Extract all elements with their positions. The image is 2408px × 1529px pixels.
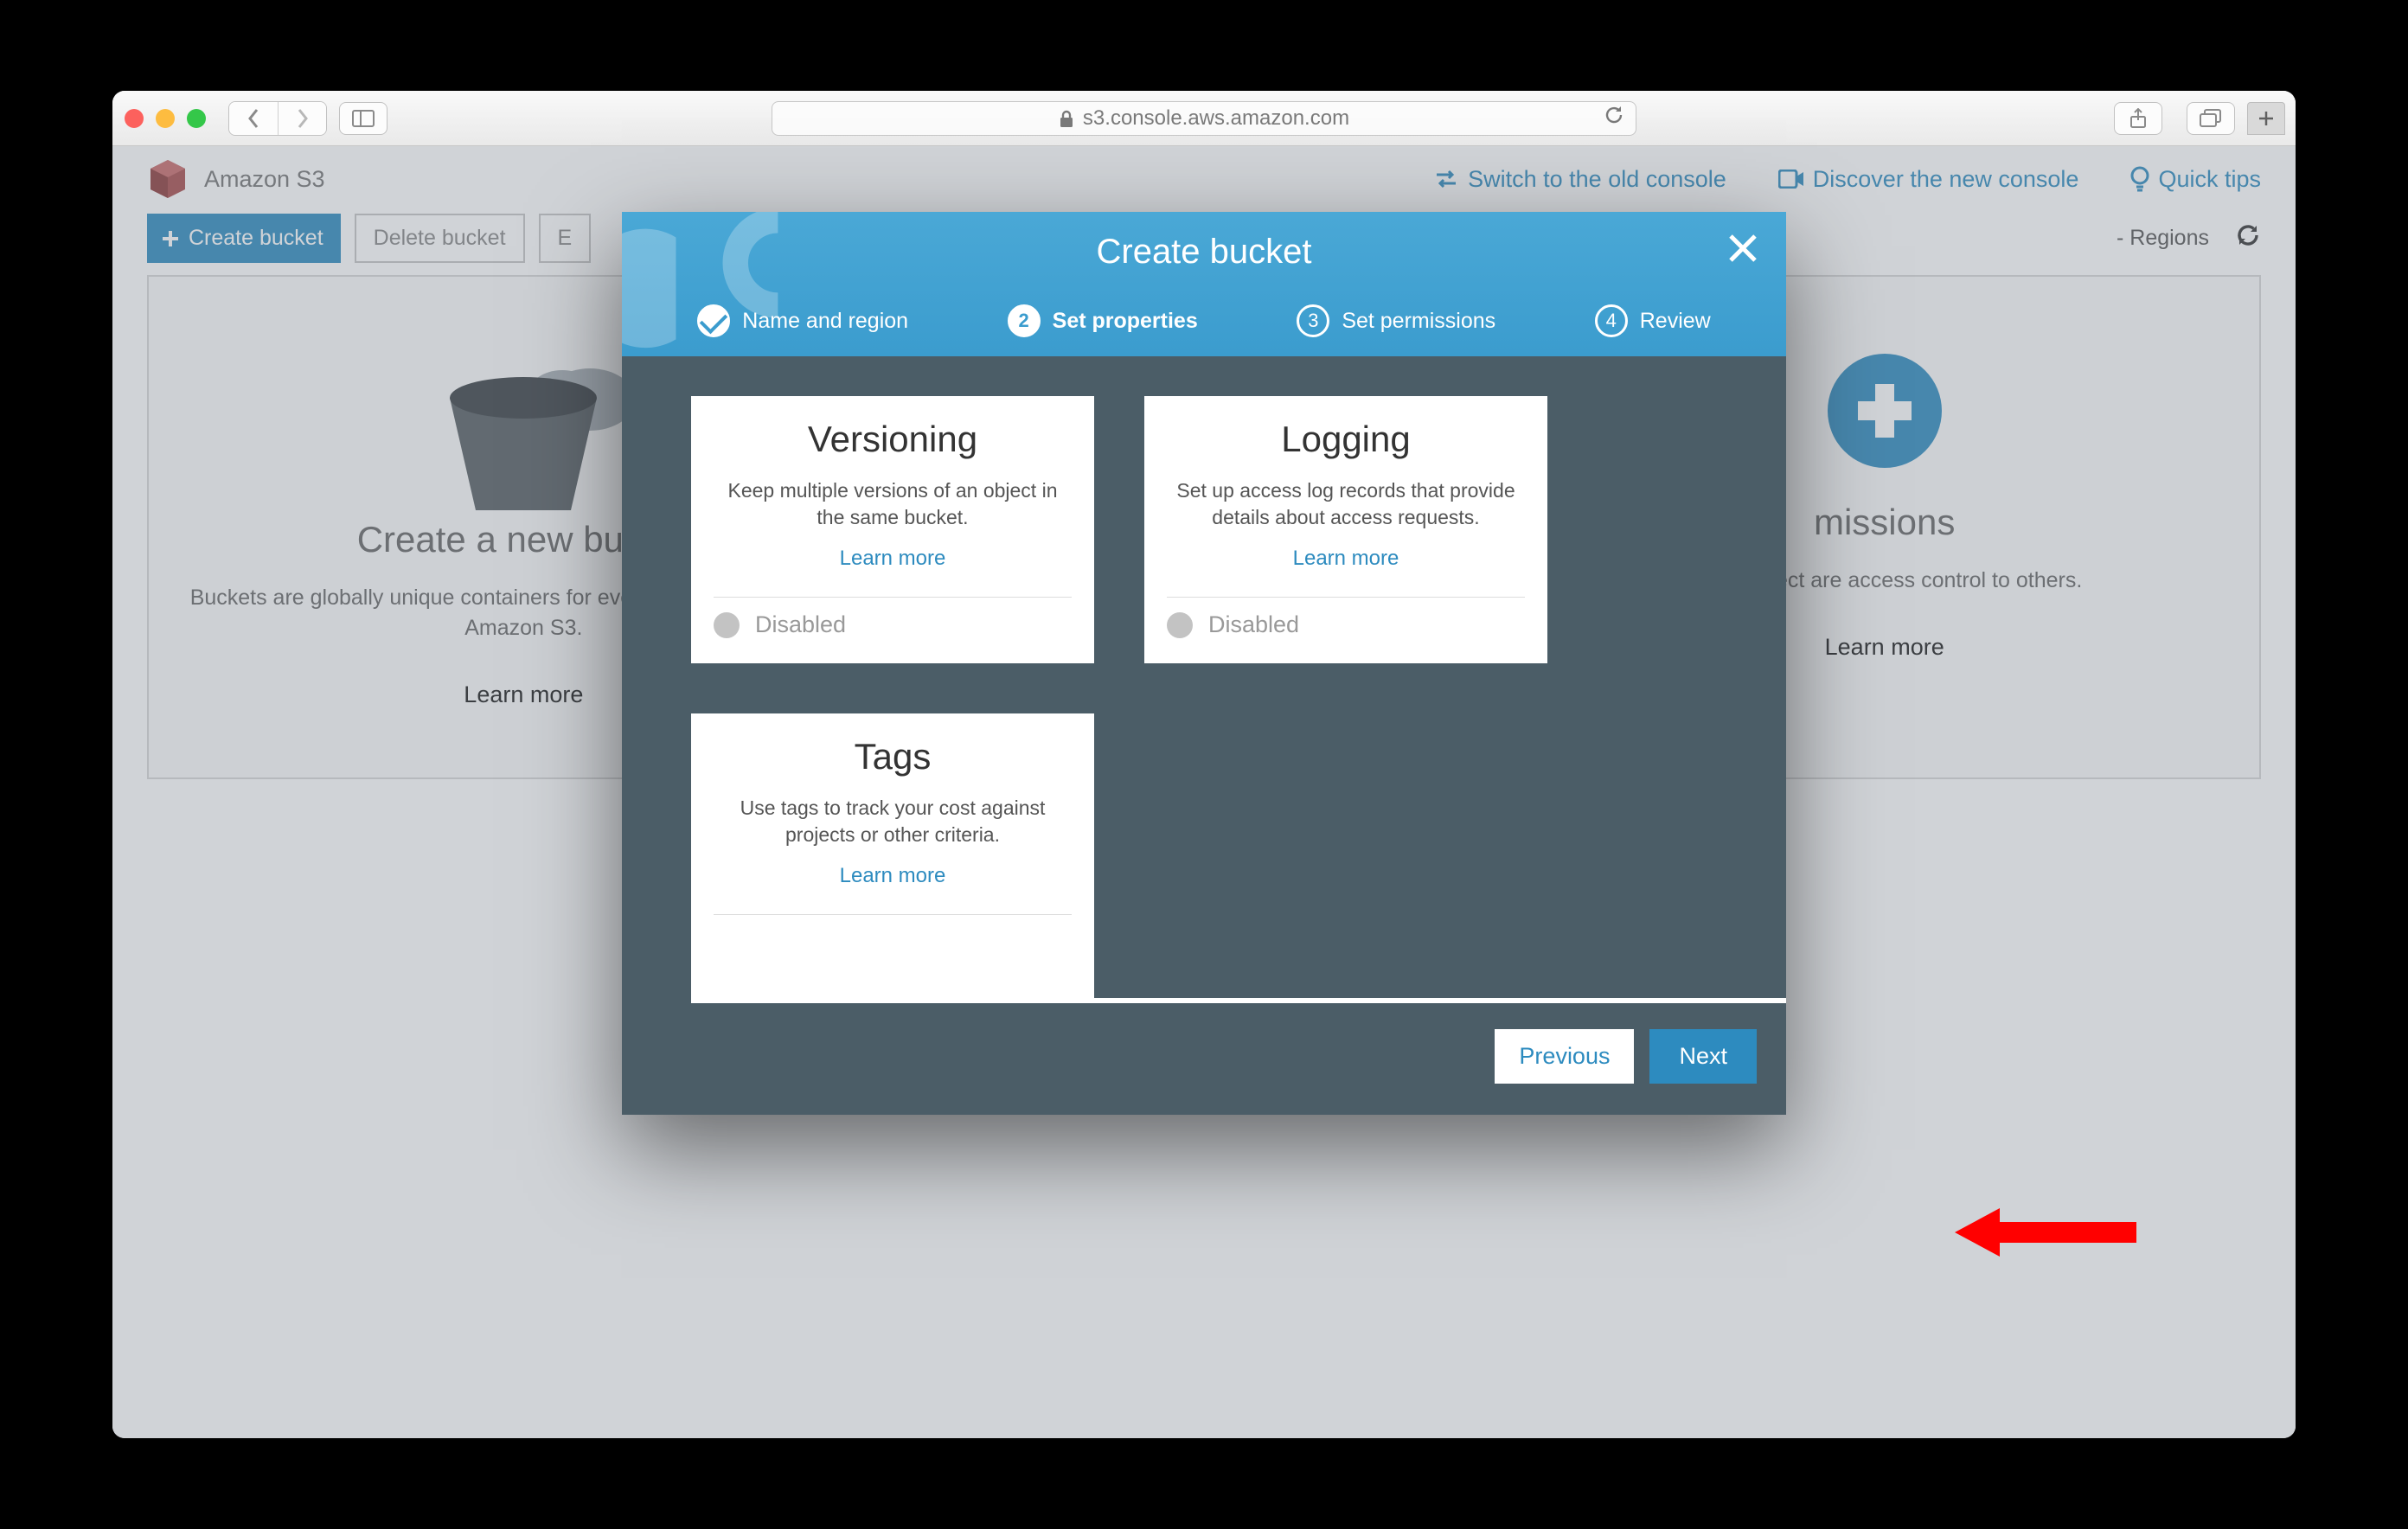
versioning-card[interactable]: Versioning Keep multiple versions of an … <box>691 396 1094 663</box>
card-title: Logging <box>1167 419 1525 460</box>
status-dot-icon <box>714 612 740 638</box>
create-bucket-modal: Create bucket Name and region 2 Set prop… <box>622 212 1786 1115</box>
close-icon <box>1726 231 1760 265</box>
check-icon <box>697 304 730 337</box>
modal-overlay[interactable]: Create bucket Name and region 2 Set prop… <box>112 91 2296 1438</box>
step-review[interactable]: 4 Review <box>1595 304 1711 337</box>
card-learn-more-link[interactable]: Learn more <box>714 864 1072 888</box>
step-set-permissions[interactable]: 3 Set permissions <box>1297 304 1495 337</box>
step-set-properties[interactable]: 2 Set properties <box>1008 304 1198 337</box>
card-title: Versioning <box>714 419 1072 460</box>
card-title: Tags <box>714 736 1072 777</box>
wizard-steps: Name and region 2 Set properties 3 Set p… <box>622 292 1786 356</box>
modal-body: Versioning Keep multiple versions of an … <box>622 356 1786 1003</box>
card-status: Disabled <box>1167 611 1525 638</box>
modal-header: Create bucket Name and region 2 Set prop… <box>622 212 1786 356</box>
card-learn-more-link[interactable]: Learn more <box>714 547 1072 571</box>
card-desc: Set up access log records that provide d… <box>1167 477 1525 531</box>
step-name-region[interactable]: Name and region <box>697 304 908 337</box>
card-desc: Use tags to track your cost against proj… <box>714 795 1072 848</box>
card-desc: Keep multiple versions of an object in t… <box>714 477 1072 531</box>
status-dot-icon <box>1167 612 1193 638</box>
modal-title: Create bucket <box>622 233 1786 292</box>
card-status: Disabled <box>714 611 1072 638</box>
tags-card[interactable]: Tags Use tags to track your cost against… <box>691 713 1094 999</box>
browser-window: s3.console.aws.amazon.com Amazon S <box>112 91 2296 1438</box>
card-learn-more-link[interactable]: Learn more <box>1167 547 1525 571</box>
modal-close-button[interactable] <box>1726 231 1760 270</box>
next-button[interactable]: Next <box>1649 1029 1757 1084</box>
logging-card[interactable]: Logging Set up access log records that p… <box>1144 396 1547 663</box>
modal-footer: Previous Next <box>622 1003 1786 1115</box>
previous-button[interactable]: Previous <box>1495 1029 1634 1084</box>
